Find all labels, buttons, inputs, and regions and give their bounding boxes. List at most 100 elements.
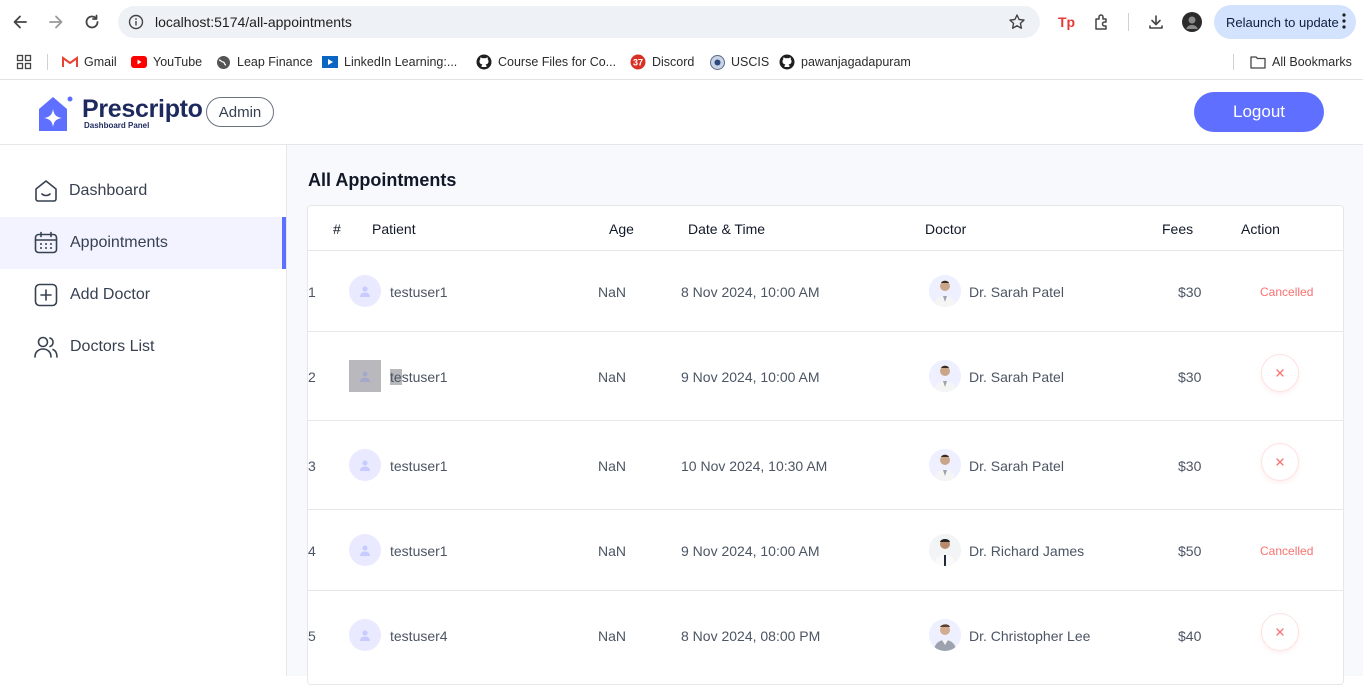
svg-text:37: 37 (633, 58, 643, 68)
appointment-datetime: 9 Nov 2024, 10:00 AM (681, 543, 820, 559)
bookmark-course-files[interactable]: Course Files for Co... (476, 53, 616, 71)
bookmark-label: Leap Finance (237, 55, 313, 69)
close-icon (1276, 458, 1284, 466)
table-row: 5 testuser4 NaN 8 Nov 2024, 08:00 PM Dr.… (308, 591, 1343, 686)
logo-subtitle: Dashboard Panel (84, 121, 150, 130)
sidebar-item-dashboard[interactable]: Dashboard (0, 165, 286, 217)
site-info-icon[interactable] (128, 14, 144, 35)
logout-button[interactable]: Logout (1194, 92, 1324, 132)
doctor-avatar (929, 534, 961, 566)
column-header: Doctor (925, 221, 967, 237)
row-index: 2 (308, 369, 316, 385)
cancel-appointment-button[interactable] (1262, 355, 1298, 391)
appointment-fees: $50 (1178, 543, 1202, 559)
patient-age: NaN (598, 543, 627, 559)
github-icon (779, 54, 795, 70)
doctor-avatar (929, 449, 961, 481)
people-icon (33, 334, 59, 360)
doctor-avatar (929, 275, 961, 307)
table-row: 2 testuser1 NaN 9 Nov 2024, 10:00 AM Dr.… (308, 332, 1343, 421)
sidebar-item-add-doctor[interactable]: Add Doctor (0, 269, 286, 321)
reload-icon[interactable] (80, 10, 104, 34)
bookmark-discord[interactable]: 37 Discord (630, 53, 694, 71)
more-menu-icon[interactable] (1342, 13, 1346, 32)
patient-age: NaN (598, 369, 627, 385)
profile-avatar[interactable] (1180, 10, 1204, 34)
column-header: # (333, 221, 341, 237)
bookmark-leap-finance[interactable]: Leap Finance (215, 53, 313, 71)
browser-toolbar: localhost:5174/all-appointments Tp Relau… (0, 0, 1363, 44)
cancel-appointment-button[interactable] (1262, 614, 1298, 650)
bookmark-star-icon[interactable] (1008, 13, 1026, 36)
bookmark-linkedin-learning[interactable]: LinkedIn Learning:... (322, 53, 457, 71)
sidebar-item-appointments[interactable]: Appointments (0, 217, 286, 269)
url-text[interactable]: localhost:5174/all-appointments (155, 14, 352, 30)
sidebar-item-label: Doctors List (70, 338, 155, 355)
logo-text: Prescripto (82, 95, 203, 123)
tp-extension-icon[interactable]: Tp (1055, 10, 1079, 34)
close-icon (1276, 369, 1284, 377)
role-badge: Admin (206, 97, 274, 127)
github-icon (476, 54, 492, 70)
cancel-appointment-button[interactable] (1262, 444, 1298, 480)
bookmark-label: pawanjagadapuram (801, 55, 911, 69)
patient-avatar (349, 449, 381, 481)
column-header: Date & Time (688, 221, 766, 237)
status-badge: Cancelled (1260, 544, 1314, 558)
appointment-datetime: 8 Nov 2024, 10:00 AM (681, 284, 820, 300)
sidebar-item-label: Dashboard (69, 182, 148, 199)
extensions-icon[interactable] (1090, 10, 1114, 34)
bookmark-label: USCIS (731, 55, 770, 69)
bookmark-label: Gmail (84, 55, 117, 69)
doctor-name: Dr. Christopher Lee (969, 628, 1091, 644)
close-icon (1276, 628, 1284, 636)
address-bar[interactable]: localhost:5174/all-appointments (118, 6, 1040, 38)
doctor-avatar (929, 360, 961, 392)
bookmark-gmail[interactable]: Gmail (62, 53, 117, 71)
page-title: All Appointments (308, 170, 457, 190)
downloads-icon[interactable] (1144, 10, 1168, 34)
appointment-fees: $40 (1178, 628, 1202, 644)
folder-icon (1250, 54, 1266, 70)
globe-icon (215, 54, 231, 70)
home-icon (33, 178, 59, 204)
patient-name: testuser1 (390, 458, 448, 474)
all-bookmarks[interactable]: All Bookmarks (1250, 53, 1352, 71)
bookmark-uscis[interactable]: USCIS (709, 53, 769, 71)
main-content: All Appointments # Patient Age Date & Ti… (287, 145, 1363, 685)
forward-icon[interactable] (44, 10, 68, 34)
bookmarks-divider (47, 54, 48, 70)
sidebar: Dashboard Appointments Add Doctor Doctor… (0, 145, 287, 676)
relaunch-label: Relaunch to update (1226, 14, 1339, 30)
gmail-icon (62, 54, 78, 70)
app-header: Prescripto Dashboard Panel Admin Logout (0, 80, 1363, 145)
appointment-fees: $30 (1178, 458, 1202, 474)
bookmarks-divider (1233, 54, 1234, 70)
patient-name: testuser1 (390, 543, 448, 559)
sidebar-item-doctors-list[interactable]: Doctors List (0, 321, 286, 373)
bookmark-youtube[interactable]: YouTube (131, 53, 202, 71)
doctor-name: Dr. Sarah Patel (969, 458, 1064, 474)
patient-age: NaN (598, 458, 627, 474)
patient-avatar (349, 360, 381, 392)
svg-text:Tp: Tp (1058, 14, 1075, 30)
uscis-icon (709, 54, 725, 70)
bookmark-pawanjagadapuram[interactable]: pawanjagadapuram (779, 53, 911, 71)
add-icon (33, 282, 59, 308)
bookmark-label: YouTube (153, 55, 203, 69)
apps-grid-icon[interactable] (16, 53, 32, 71)
patient-name: testuser4 (390, 628, 448, 644)
patient-avatar (349, 534, 381, 566)
patient-avatar (349, 619, 381, 651)
appointment-datetime: 10 Nov 2024, 10:30 AM (681, 458, 828, 474)
appointments-table: # Patient Age Date & Time Doctor Fees Ac… (307, 205, 1344, 685)
back-icon[interactable] (8, 10, 32, 34)
toolbar-divider (1128, 13, 1129, 31)
appointment-datetime: 8 Nov 2024, 08:00 PM (681, 628, 821, 644)
patient-name-rest: stuser1 (401, 369, 448, 385)
column-header: Action (1241, 221, 1280, 237)
doctor-name: Dr. Sarah Patel (969, 369, 1064, 385)
sidebar-item-label: Add Doctor (70, 286, 151, 303)
relaunch-button[interactable]: Relaunch to update (1214, 5, 1356, 39)
bookmark-label: LinkedIn Learning:... (344, 55, 458, 69)
